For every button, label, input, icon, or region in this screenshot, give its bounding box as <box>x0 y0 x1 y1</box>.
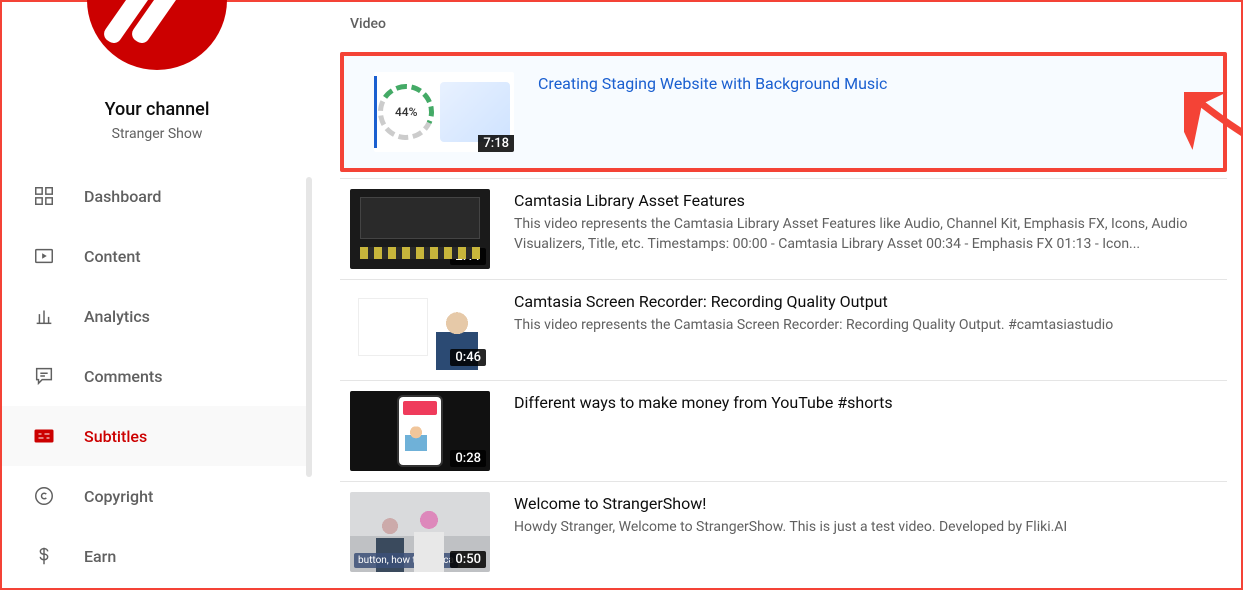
video-duration: 0:28 <box>450 450 486 467</box>
video-thumbnail[interactable]: 44% 7:18 <box>374 72 514 152</box>
video-thumbnail[interactable]: 0:28 <box>350 391 490 471</box>
sidebar-item-content[interactable]: Content <box>2 226 312 286</box>
video-description: This video represents the Camtasia Libra… <box>514 214 1219 255</box>
column-header-video: Video <box>340 16 1227 32</box>
copyright-icon <box>32 484 56 508</box>
sidebar-item-comments[interactable]: Comments <box>2 346 312 406</box>
video-row[interactable]: button, how to add-ca 0:50 Welcome to St… <box>340 481 1227 582</box>
subtitles-icon <box>32 424 56 448</box>
video-duration: 0:46 <box>450 349 486 366</box>
video-duration: 0:50 <box>450 551 486 568</box>
channel-avatar[interactable] <box>87 0 227 77</box>
sidebar-item-label: Copyright <box>84 487 153 506</box>
video-duration: 2:11 <box>450 248 486 265</box>
sidebar-item-label: Earn <box>84 547 116 566</box>
analytics-icon <box>32 304 56 328</box>
sidebar-item-dashboard[interactable]: Dashboard <box>2 166 312 226</box>
video-row[interactable]: 0:28 Different ways to make money from Y… <box>340 380 1227 481</box>
video-row[interactable]: 0:46 Camtasia Screen Recorder: Recording… <box>340 279 1227 380</box>
sidebar-item-label: Subtitles <box>84 427 147 446</box>
video-duration: 7:18 <box>478 135 514 152</box>
sidebar-item-subtitles[interactable]: Subtitles <box>2 406 312 466</box>
sidebar: Your channel Stranger Show Dashboard Con… <box>2 2 312 588</box>
video-title[interactable]: Camtasia Screen Recorder: Recording Qual… <box>514 292 1219 311</box>
channel-heading: Your channel <box>105 99 210 120</box>
video-row-highlighted[interactable]: 44% 7:18 Creating Staging Website with B… <box>340 52 1227 172</box>
channel-name: Stranger Show <box>112 126 203 142</box>
video-title[interactable]: Creating Staging Website with Background… <box>538 74 1207 93</box>
video-title[interactable]: Welcome to StrangerShow! <box>514 494 1219 513</box>
channel-header: Your channel Stranger Show <box>2 2 312 166</box>
video-list: 44% 7:18 Creating Staging Website with B… <box>340 52 1227 582</box>
sidebar-item-label: Analytics <box>84 307 150 326</box>
video-thumbnail[interactable]: 0:46 <box>350 290 490 370</box>
video-title[interactable]: Different ways to make money from YouTub… <box>514 393 1219 412</box>
video-thumbnail[interactable]: 2:11 <box>350 189 490 269</box>
sidebar-nav: Dashboard Content Analytics Comments <box>2 166 312 586</box>
progress-ring-icon: 44% <box>374 76 442 148</box>
sidebar-item-label: Comments <box>84 367 162 386</box>
comments-icon <box>32 364 56 388</box>
video-description: Howdy Stranger, Welcome to StrangerShow.… <box>514 517 1219 537</box>
video-thumbnail[interactable]: button, how to add-ca 0:50 <box>350 492 490 572</box>
dashboard-icon <box>32 184 56 208</box>
sidebar-item-copyright[interactable]: Copyright <box>2 466 312 526</box>
sidebar-item-analytics[interactable]: Analytics <box>2 286 312 346</box>
content-icon <box>32 244 56 268</box>
video-description: This video represents the Camtasia Scree… <box>514 315 1219 335</box>
video-title[interactable]: Camtasia Library Asset Features <box>514 191 1219 210</box>
earn-icon <box>32 544 56 568</box>
thumbnail-art <box>440 82 510 142</box>
sidebar-item-label: Dashboard <box>84 187 161 206</box>
thumbnail-chip: button, how to add-ca <box>354 553 458 568</box>
video-row[interactable]: 2:11 Camtasia Library Asset Features Thi… <box>340 178 1227 279</box>
sidebar-item-earn[interactable]: Earn <box>2 526 312 586</box>
main-content: Video 44% 7:18 Creating Staging Website … <box>312 2 1241 588</box>
sidebar-item-label: Content <box>84 247 141 266</box>
